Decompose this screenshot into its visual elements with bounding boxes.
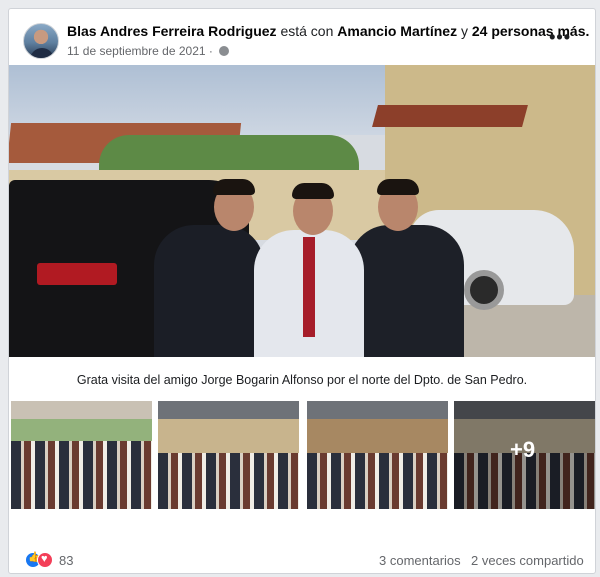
photo-caption: Grata visita del amigo Jorge Bogarin Alf… [76,373,528,387]
photo-hair-center [292,183,334,199]
tagged-others[interactable]: 24 personas más. [472,23,590,39]
post-footer: 83 3 comentarios 2 veces compartido [9,549,595,573]
thumbnail-photo-4[interactable]: +9 [454,401,595,509]
author-avatar[interactable] [23,23,59,59]
more-options-icon[interactable]: ••• [549,27,571,48]
connector-text: está con [280,23,334,39]
thumb-crowd [11,441,152,509]
main-photo[interactable] [9,65,595,357]
love-icon[interactable] [37,552,53,568]
photo-car-wheel [464,270,504,310]
thumb-ceiling [158,401,299,419]
comments-count[interactable]: 3 comentarios [379,553,461,568]
shares-count[interactable]: 2 veces compartido [471,553,584,568]
reaction-count[interactable]: 83 [59,553,73,568]
and-text: y [460,23,468,39]
photo-hair-left [213,179,255,195]
photo-thumbnails: +9 [9,401,595,509]
post-date[interactable]: 11 de septiembre de 2021 [67,44,206,58]
post-author-line: Blas Andres Ferreira Rodriguez está con … [67,23,589,39]
photo-hair-right [377,179,419,195]
tagged-person[interactable]: Amancio Martínez [337,23,457,39]
thumb-ceiling [307,401,448,419]
date-separator: · [208,44,213,58]
thumb-crowd [307,453,448,509]
post-card: Blas Andres Ferreira Rodriguez está con … [8,8,596,574]
photo-red-tie [303,237,315,337]
thumbnail-photo-1[interactable] [11,401,152,509]
photo-suv-taillight [37,263,117,285]
photo-person-left [154,225,264,357]
author-name[interactable]: Blas Andres Ferreira Rodriguez [67,23,277,39]
thumbnail-photo-3[interactable] [307,401,448,509]
thumb-crowd [158,453,299,509]
thumbnail-photo-2[interactable] [158,401,299,509]
post-meta: 11 de septiembre de 2021 · [67,44,230,58]
more-photos-count[interactable]: +9 [510,437,535,463]
photo-person-right [349,225,464,357]
photo-house-roof [372,105,528,127]
globe-icon [219,46,230,56]
post-header: Blas Andres Ferreira Rodriguez está con … [23,21,589,65]
